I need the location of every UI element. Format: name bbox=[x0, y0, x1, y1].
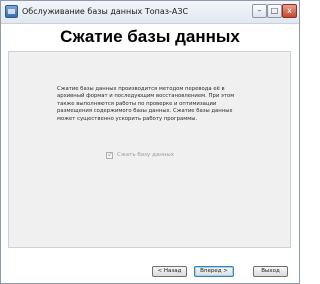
database-app-icon bbox=[5, 5, 18, 18]
minimize-button[interactable]: – bbox=[252, 4, 267, 18]
description-text: Сжатие базы данных производится методом … bbox=[57, 86, 235, 122]
content-panel: Сжатие базы данных производится методом … bbox=[8, 51, 291, 248]
compress-checkbox[interactable]: ✓ bbox=[106, 150, 114, 159]
wizard-header: Сжатие базы данных bbox=[1, 24, 299, 49]
next-button[interactable]: Вперед > bbox=[194, 266, 234, 277]
checkmark-icon: ✓ bbox=[107, 150, 114, 159]
maximize-button[interactable]: □ bbox=[267, 4, 282, 18]
back-button[interactable]: < Назад bbox=[152, 266, 187, 277]
wizard-window: Обслуживание базы данных Топаз-АЗС – □ x… bbox=[0, 0, 300, 284]
exit-button[interactable]: Выход bbox=[253, 266, 288, 277]
title-bar[interactable]: Обслуживание базы данных Топаз-АЗС – □ x bbox=[1, 1, 299, 24]
window-title: Обслуживание базы данных Топаз-АЗС bbox=[22, 7, 189, 16]
close-button[interactable]: x bbox=[282, 4, 297, 18]
page-title: Сжатие базы данных bbox=[60, 27, 240, 46]
compress-checkbox-label: Сжать базу данных bbox=[117, 152, 175, 158]
